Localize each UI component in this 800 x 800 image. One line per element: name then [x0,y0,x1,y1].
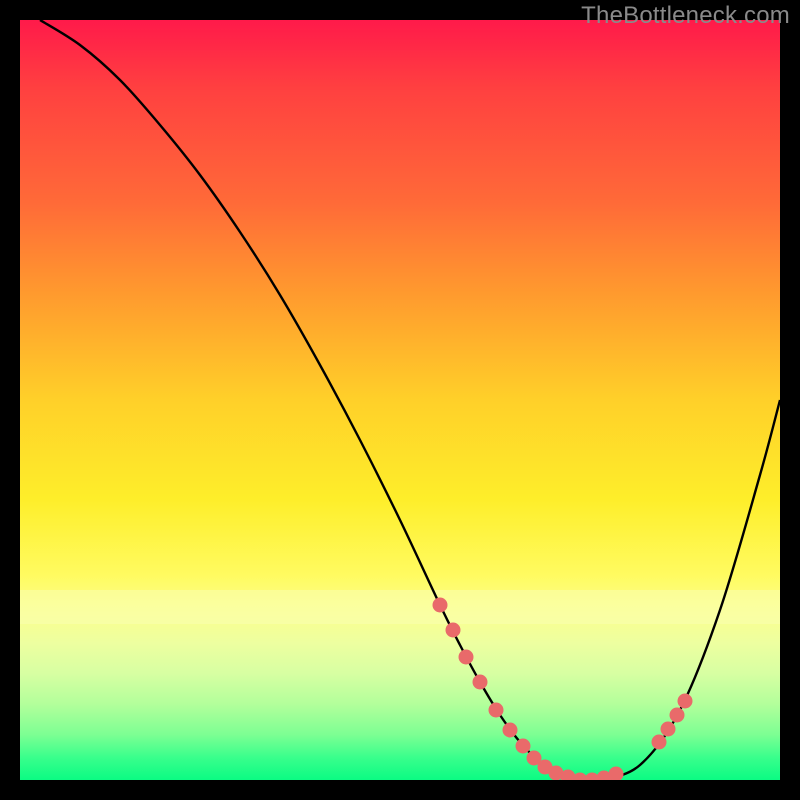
watermark-text: TheBottleneck.com [581,2,790,30]
marker-dot [609,767,624,781]
marker-dot [661,722,676,737]
marker-dot [473,675,488,690]
bottleneck-curve [40,20,780,780]
marker-dot [678,694,693,709]
marker-dot [459,650,474,665]
marker-dot [652,735,667,750]
marker-dot [670,708,685,723]
marker-dot [503,723,518,738]
marker-dot [516,739,531,754]
plot-area [20,20,780,780]
marker-dot [489,703,504,718]
chart-svg [20,20,780,780]
marker-dot [446,623,461,638]
marker-dot [433,598,448,613]
chart-container: TheBottleneck.com [0,0,800,800]
